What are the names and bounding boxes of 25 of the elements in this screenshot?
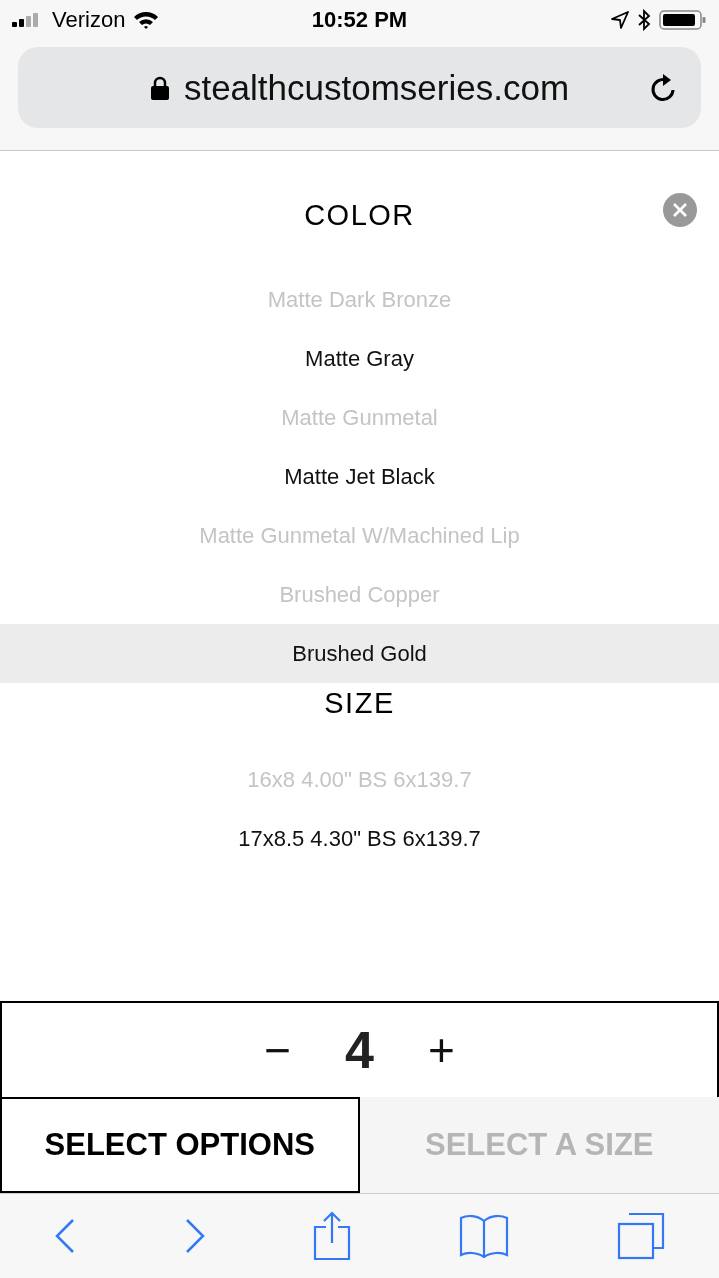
- increment-button[interactable]: +: [421, 1023, 461, 1077]
- decrement-button[interactable]: −: [258, 1023, 298, 1077]
- share-icon[interactable]: [313, 1211, 352, 1261]
- forward-icon[interactable]: [183, 1218, 206, 1254]
- section-title: COLOR: [304, 198, 415, 233]
- clock-time: 10:52 PM: [311, 7, 408, 33]
- bookmarks-icon[interactable]: [459, 1213, 510, 1259]
- lock-icon: [149, 74, 170, 101]
- wifi-icon: [133, 10, 160, 30]
- location-arrow-icon: [611, 11, 629, 29]
- battery-icon: [659, 9, 707, 31]
- carrier-name: Verizon: [52, 7, 126, 33]
- option-item[interactable]: Matte Jet Black: [0, 447, 719, 506]
- quantity-value: 4: [345, 1020, 374, 1080]
- url-text: stealthcustomseries.com: [183, 67, 570, 108]
- tabs-icon[interactable]: [617, 1212, 666, 1260]
- option-item[interactable]: Brushed Gold: [0, 624, 719, 683]
- back-icon[interactable]: [53, 1218, 76, 1254]
- close-icon[interactable]: [663, 193, 697, 227]
- bluetooth-icon: [637, 9, 651, 31]
- option-item[interactable]: 17x8.5 4.30" BS 6x139.7: [0, 809, 719, 868]
- action-button[interactable]: SELECT OPTIONS: [0, 1097, 360, 1193]
- address-bar[interactable]: stealthcustomseries.com: [18, 47, 701, 128]
- option-item[interactable]: Matte Gray: [0, 329, 719, 388]
- section-title: SIZE: [324, 686, 395, 721]
